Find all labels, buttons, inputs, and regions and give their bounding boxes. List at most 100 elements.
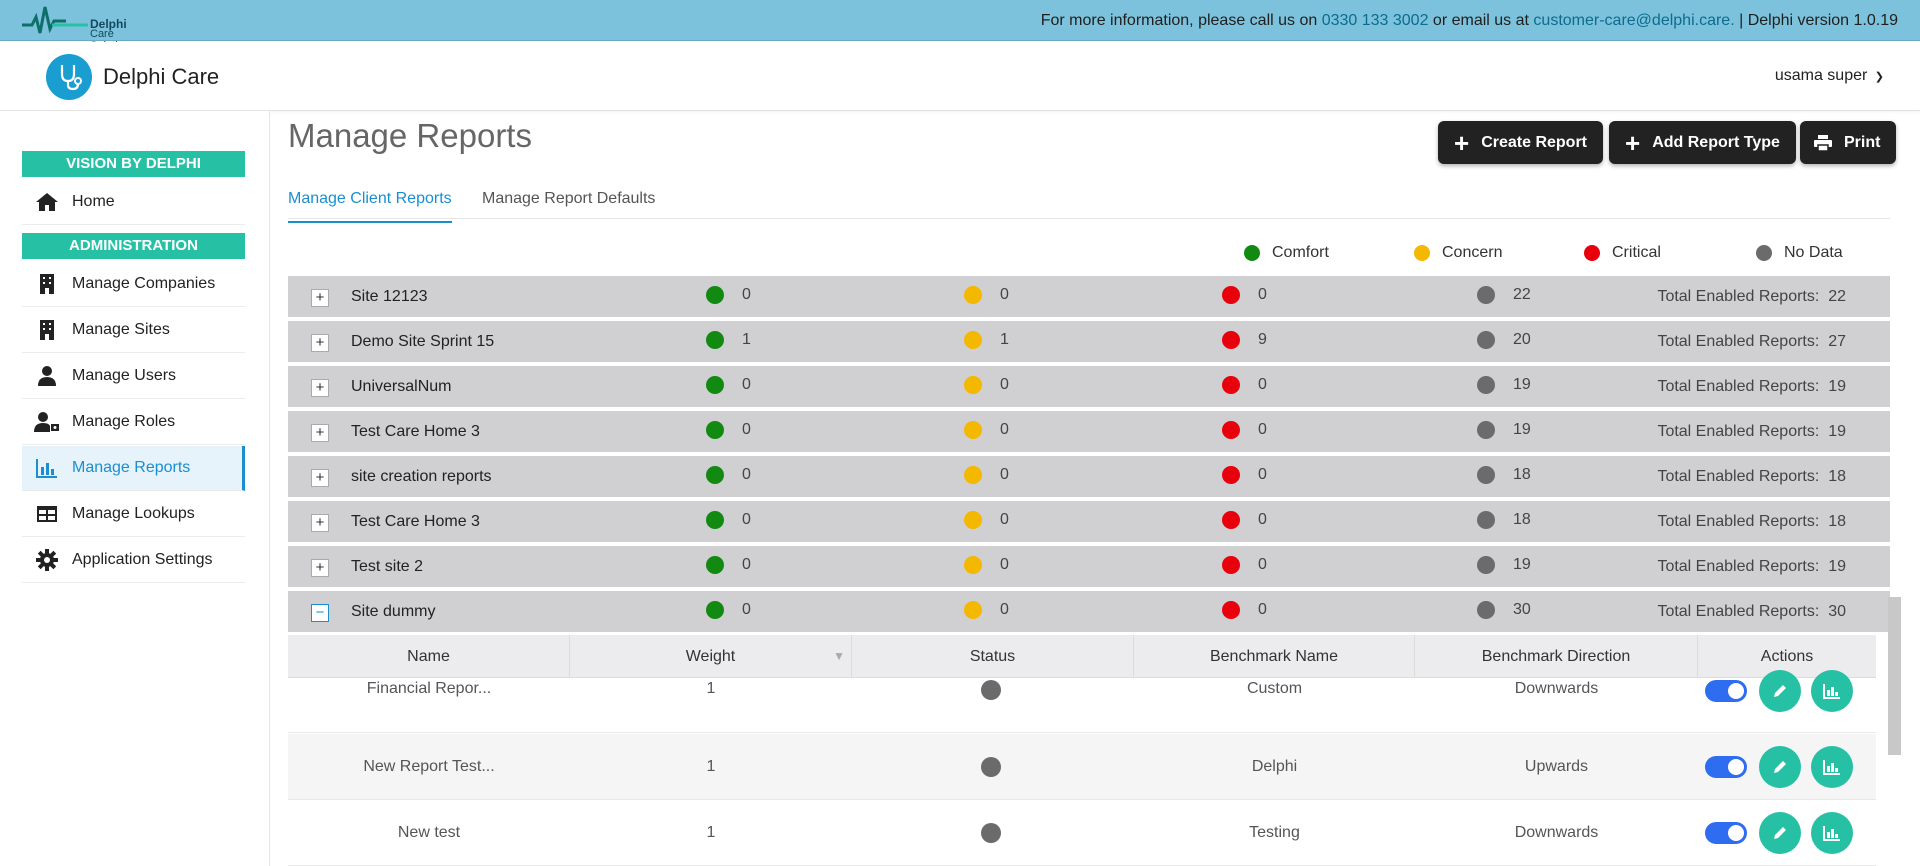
no-data-dot-icon <box>1477 421 1495 439</box>
app-header: Delphi Care usama super ❯ <box>0 42 1920 111</box>
print-button[interactable]: Print <box>1800 121 1897 164</box>
edit-button[interactable] <box>1759 670 1801 712</box>
user-menu[interactable]: usama super ❯ <box>1775 67 1884 85</box>
report-chart-button[interactable] <box>1811 746 1853 788</box>
email-link[interactable]: customer-care@delphi.care. <box>1533 12 1734 29</box>
sidebar-item-application-settings[interactable]: Application Settings <box>22 538 245 583</box>
create-report-button[interactable]: + Create Report <box>1438 121 1603 164</box>
critical-count: 0 <box>1222 556 1267 574</box>
enable-toggle[interactable] <box>1705 680 1747 702</box>
critical-count: 0 <box>1222 601 1267 619</box>
report-row[interactable]: Financial Repor... 1 Custom Downwards <box>288 670 1876 733</box>
expand-icon[interactable]: + <box>311 334 329 352</box>
tab-manage-client-reports[interactable]: Manage Client Reports <box>288 190 452 223</box>
concern-dot-icon <box>964 286 982 304</box>
no-data-dot-icon <box>1477 556 1495 574</box>
site-row[interactable]: + Test Care Home 3 0 0 0 18 Total Enable… <box>288 501 1890 544</box>
filter-icon[interactable]: ▼ <box>833 635 845 678</box>
sidebar-section-vision: VISION BY DELPHI <box>22 151 245 177</box>
site-row[interactable]: + Test Care Home 3 0 0 0 19 Total Enable… <box>288 411 1890 454</box>
column-header-benchmark-name[interactable]: Benchmark Name <box>1134 635 1415 678</box>
column-header-weight[interactable]: Weight ▼ <box>570 635 852 678</box>
site-row[interactable]: + UniversalNum 0 0 0 19 Total Enabled Re… <box>288 366 1890 409</box>
column-header-status[interactable]: Status <box>852 635 1134 678</box>
site-name: Test Care Home 3 <box>351 513 480 530</box>
home-icon <box>34 191 60 213</box>
benchmark-name: Delphi <box>1251 758 1298 775</box>
benchmark-direction: Upwards <box>1524 758 1589 775</box>
comfort-dot-icon <box>1244 245 1260 261</box>
building-icon <box>34 273 60 295</box>
report-row[interactable]: New Report Test... 1 Delphi Upwards <box>288 734 1876 800</box>
total-enabled-reports: Total Enabled Reports: 18 <box>1657 468 1846 485</box>
sidebar-item-label: Manage Roles <box>72 413 176 430</box>
expand-icon[interactable]: + <box>311 469 329 487</box>
critical-count: 0 <box>1222 421 1267 439</box>
concern-count: 0 <box>964 556 1009 574</box>
report-row[interactable]: New test 1 Testing Downwards <box>288 801 1876 866</box>
report-chart-button[interactable] <box>1811 670 1853 712</box>
report-chart-button[interactable] <box>1811 812 1853 854</box>
critical-dot-icon <box>1222 556 1240 574</box>
expand-icon[interactable]: + <box>311 379 329 397</box>
no-data-dot-icon <box>1477 286 1495 304</box>
collapse-icon[interactable]: − <box>311 604 329 622</box>
edit-button[interactable] <box>1759 812 1801 854</box>
enable-toggle[interactable] <box>1705 756 1747 778</box>
no-data-dot-icon <box>1477 601 1495 619</box>
sidebar-item-manage-users[interactable]: Manage Users <box>22 354 245 399</box>
chart-icon <box>34 457 60 479</box>
comfort-count: 0 <box>706 556 751 574</box>
sidebar-item-manage-roles[interactable]: Manage Roles <box>22 400 245 445</box>
expand-icon[interactable]: + <box>311 559 329 577</box>
site-row[interactable]: + Site 12123 0 0 0 22 Total Enabled Repo… <box>288 276 1890 319</box>
sidebar-item-manage-lookups[interactable]: Manage Lookups <box>22 492 245 537</box>
comfort-count: 0 <box>706 421 751 439</box>
expand-icon[interactable]: + <box>311 289 329 307</box>
comfort-count: 0 <box>706 511 751 529</box>
sidebar: VISION BY DELPHI Home ADMINISTRATION Man… <box>0 111 270 866</box>
sidebar-item-manage-companies[interactable]: Manage Companies <box>22 262 245 307</box>
site-name: Test site 2 <box>351 558 424 575</box>
site-row[interactable]: + Test site 2 0 0 0 19 Total Enabled Rep… <box>288 546 1890 589</box>
gear-icon <box>34 549 60 571</box>
report-tabs: Manage Client Reports Manage Report Defa… <box>288 173 1890 223</box>
plus-icon: + <box>1625 127 1641 158</box>
user-name: usama super <box>1774 67 1868 84</box>
contact-info: For more information, please call us on … <box>1040 12 1898 29</box>
total-enabled-reports: Total Enabled Reports: 19 <box>1657 378 1846 395</box>
comfort-count: 0 <box>706 466 751 484</box>
vertical-scrollbar[interactable] <box>1888 597 1901 755</box>
site-row[interactable]: + Demo Site Sprint 15 1 1 9 20 Total Ena… <box>288 321 1890 364</box>
sidebar-item-manage-reports[interactable]: Manage Reports <box>22 446 245 491</box>
column-header-name[interactable]: Name <box>288 635 570 678</box>
no-data-count: 18 <box>1477 466 1531 484</box>
edit-button[interactable] <box>1759 746 1801 788</box>
expand-icon[interactable]: + <box>311 514 329 532</box>
no-data-dot-icon <box>1477 376 1495 394</box>
sidebar-item-manage-sites[interactable]: Manage Sites <box>22 308 245 353</box>
reports-table-header: Name Weight ▼ Status Benchmark Name Benc… <box>288 635 1876 678</box>
pencil-icon <box>1774 827 1786 839</box>
building-icon <box>34 319 60 341</box>
enable-toggle[interactable] <box>1705 822 1747 844</box>
no-data-count: 19 <box>1477 421 1531 439</box>
concern-dot-icon <box>964 601 982 619</box>
sidebar-item-label: Manage Lookups <box>72 505 195 522</box>
phone-link[interactable]: 0330 133 3002 <box>1322 12 1429 29</box>
critical-count: 0 <box>1222 511 1267 529</box>
expand-icon[interactable]: + <box>311 424 329 442</box>
column-header-benchmark-direction[interactable]: Benchmark Direction <box>1415 635 1698 678</box>
no-data-dot-icon <box>1756 245 1772 261</box>
add-report-type-button[interactable]: + Add Report Type <box>1609 121 1796 164</box>
sidebar-item-label: Manage Companies <box>72 275 216 292</box>
comfort-count: 0 <box>706 376 751 394</box>
concern-dot-icon <box>964 421 982 439</box>
status-dot-icon <box>981 680 1001 700</box>
sidebar-item-home[interactable]: Home <box>22 180 245 225</box>
total-enabled-reports: Total Enabled Reports: 22 <box>1657 288 1846 305</box>
tab-manage-report-defaults[interactable]: Manage Report Defaults <box>482 190 655 221</box>
site-row[interactable]: + site creation reports 0 0 0 18 Total E… <box>288 456 1890 499</box>
critical-dot-icon <box>1222 601 1240 619</box>
site-row-expanded[interactable]: − Site dummy 0 0 0 30 Total Enabled Repo… <box>288 591 1890 634</box>
